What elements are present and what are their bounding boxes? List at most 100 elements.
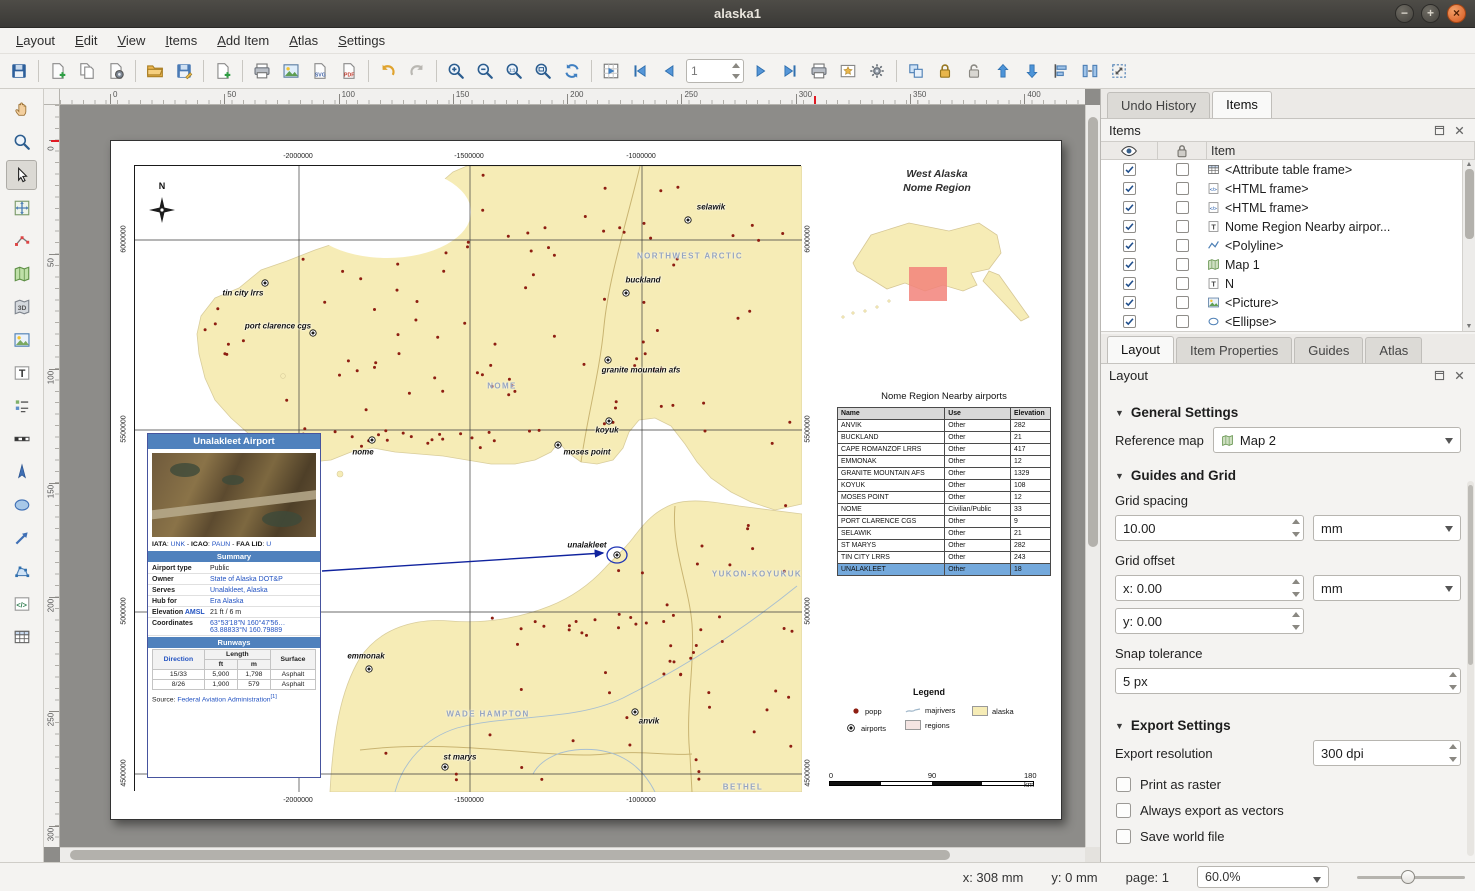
item-row-nome-region-nearby-airpor[interactable]: TNome Region Nearby airpor...	[1101, 217, 1475, 236]
menu-view[interactable]: View	[107, 30, 155, 51]
item-row-ellipse[interactable]: <Ellipse>	[1101, 312, 1475, 331]
checkbox-save-world-file[interactable]	[1116, 829, 1131, 844]
tab-guides[interactable]: Guides	[1294, 337, 1363, 363]
airport-info-frame[interactable]: Unalakleet Airport IATA: UNK - ICAO: PAU…	[147, 433, 321, 778]
visibility-checkbox[interactable]	[1123, 296, 1136, 309]
tab-atlas[interactable]: Atlas	[1365, 337, 1422, 363]
add-north-arrow-tool-button[interactable]	[6, 457, 37, 487]
layout-viewport[interactable]: N selawikbucklandtin city lrrsport clare…	[60, 105, 1085, 847]
edit-nodes-tool-button[interactable]	[6, 226, 37, 256]
zoom-full-button[interactable]	[529, 57, 557, 85]
export-image-button[interactable]	[277, 57, 305, 85]
visibility-checkbox[interactable]	[1123, 258, 1136, 271]
menu-edit[interactable]: Edit	[65, 30, 107, 51]
close-button[interactable]: ×	[1447, 4, 1466, 23]
atlas-first-button[interactable]	[626, 57, 654, 85]
dock-tab-undo-history[interactable]: Undo History	[1107, 92, 1210, 118]
unlock-items-button[interactable]	[960, 57, 988, 85]
new-layout-button[interactable]	[44, 57, 72, 85]
items-panel-float-icon[interactable]	[1431, 122, 1447, 138]
grid-offset-y-spinbox[interactable]: y: 0.00	[1115, 608, 1304, 634]
source-link[interactable]: Federal Aviation Administration	[177, 696, 270, 703]
item-row-picture[interactable]: <Picture>	[1101, 293, 1475, 312]
add-picture-tool-button[interactable]	[6, 325, 37, 355]
export-svg-button[interactable]: SVG	[306, 57, 334, 85]
reference-map-combo[interactable]: Map 2	[1213, 427, 1461, 453]
overview-map-item[interactable]	[831, 211, 1051, 336]
add-html-tool-button[interactable]: </>	[6, 589, 37, 619]
panel-scrollbar[interactable]	[1467, 481, 1474, 856]
zoom-tool-button[interactable]	[6, 127, 37, 157]
horizontal-scrollbar[interactable]	[60, 847, 1085, 862]
print-atlas-button[interactable]	[805, 57, 833, 85]
checkbox-always-export-as-vectors[interactable]	[1116, 803, 1131, 818]
vertical-scrollbar[interactable]	[1085, 105, 1100, 847]
menu-add-item[interactable]: Add Item	[207, 30, 279, 51]
menu-settings[interactable]: Settings	[328, 30, 395, 51]
lock-checkbox[interactable]	[1176, 258, 1189, 271]
lock-checkbox[interactable]	[1176, 220, 1189, 233]
add-3d-map-tool-button[interactable]: 3D	[6, 292, 37, 322]
redo-button[interactable]	[403, 57, 431, 85]
item-row-html-frame[interactable]: </><HTML frame>	[1101, 198, 1475, 217]
visibility-checkbox[interactable]	[1123, 239, 1136, 252]
add-node-item-tool-button[interactable]	[6, 556, 37, 586]
items-panel-close-icon[interactable]	[1451, 122, 1467, 138]
move-content-tool-button[interactable]	[6, 193, 37, 223]
item-row-map-1[interactable]: Map 1	[1101, 255, 1475, 274]
export-atlas-button[interactable]	[834, 57, 862, 85]
titlebar[interactable]: alaska1 − + ×	[0, 0, 1475, 28]
layout-panel-close-icon[interactable]	[1451, 367, 1467, 383]
zoom-out-button[interactable]	[471, 57, 499, 85]
menu-items[interactable]: Items	[155, 30, 207, 51]
visibility-checkbox[interactable]	[1123, 201, 1136, 214]
save-project-button[interactable]	[5, 57, 33, 85]
distribute-items-button[interactable]	[1076, 57, 1104, 85]
add-arrow-tool-button[interactable]	[6, 523, 37, 553]
zoom-level-combo[interactable]: 60.0%	[1197, 866, 1329, 888]
grid-spacing-unit-combo[interactable]: mm	[1313, 515, 1461, 541]
load-template-button[interactable]	[141, 57, 169, 85]
item-row-html-frame[interactable]: </><HTML frame>	[1101, 179, 1475, 198]
print-button[interactable]	[248, 57, 276, 85]
atlas-preview-button[interactable]	[597, 57, 625, 85]
save-template-button[interactable]	[170, 57, 198, 85]
grid-spacing-spinbox[interactable]: 10.00	[1115, 515, 1304, 541]
airports-attribute-table[interactable]: NameUseElevation ANVIKOther282BUCKLANDOt…	[837, 407, 1051, 576]
resize-items-button[interactable]	[1105, 57, 1133, 85]
visibility-checkbox[interactable]	[1123, 315, 1136, 328]
lock-checkbox[interactable]	[1176, 277, 1189, 290]
lock-checkbox[interactable]	[1176, 315, 1189, 328]
layout-manager-button[interactable]	[102, 57, 130, 85]
lock-checkbox[interactable]	[1176, 182, 1189, 195]
atlas-page-input[interactable]: 1	[686, 59, 744, 83]
add-legend-tool-button[interactable]	[6, 391, 37, 421]
atlas-settings-button[interactable]	[863, 57, 891, 85]
visibility-checkbox[interactable]	[1123, 277, 1136, 290]
maximize-button[interactable]: +	[1421, 4, 1440, 23]
grid-offset-unit-combo[interactable]: mm	[1313, 575, 1461, 601]
add-attribute-table-tool-button[interactable]	[6, 622, 37, 652]
checkbox-print-as-raster[interactable]	[1116, 777, 1131, 792]
legend-item[interactable]: Legend poppairportsmajriversregionsalask…	[817, 685, 1057, 743]
general-settings-section[interactable]: ▼General Settings	[1115, 405, 1461, 420]
guides-grid-section[interactable]: ▼Guides and Grid	[1115, 468, 1461, 483]
item-row-attribute-table-frame[interactable]: <Attribute table frame>	[1101, 160, 1475, 179]
export-settings-section[interactable]: ▼Export Settings	[1115, 718, 1461, 733]
dock-tab-items[interactable]: Items	[1212, 91, 1272, 118]
layout-page[interactable]: N selawikbucklandtin city lrrsport clare…	[110, 140, 1062, 820]
select-tool-button[interactable]	[6, 160, 37, 190]
atlas-prev-button[interactable]	[655, 57, 683, 85]
export-resolution-spinbox[interactable]: 300 dpi	[1313, 740, 1461, 766]
grid-offset-x-spinbox[interactable]: x: 0.00	[1115, 575, 1304, 601]
menu-layout[interactable]: Layout	[6, 30, 65, 51]
align-items-button[interactable]	[1047, 57, 1075, 85]
menu-atlas[interactable]: Atlas	[279, 30, 328, 51]
add-scalebar-tool-button[interactable]	[6, 424, 37, 454]
item-row-n[interactable]: TN	[1101, 274, 1475, 293]
duplicate-layout-button[interactable]	[73, 57, 101, 85]
items-scrollbar[interactable]: ▲▼	[1462, 160, 1475, 331]
raise-items-button[interactable]	[989, 57, 1017, 85]
pan-tool-button[interactable]	[6, 94, 37, 124]
lock-checkbox[interactable]	[1176, 296, 1189, 309]
